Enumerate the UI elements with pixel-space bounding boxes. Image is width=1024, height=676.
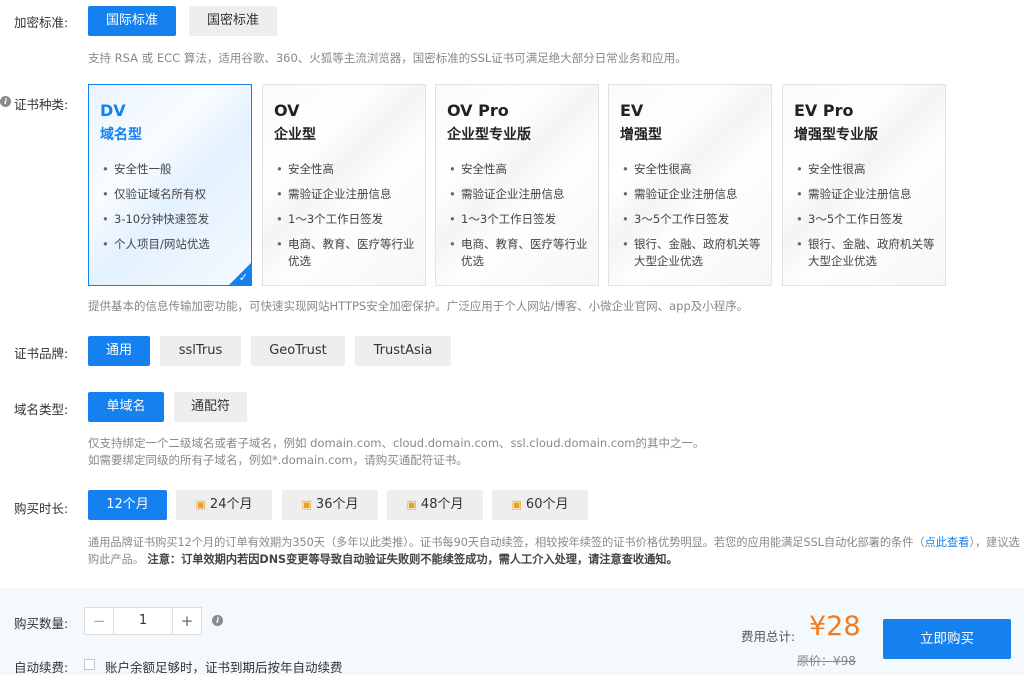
gift-icon: ▣ [301,498,312,511]
card-feature: 安全性一般 [100,161,246,178]
cert-type-label: 证书种类: [14,97,69,112]
card-feature: 安全性很高 [794,161,940,178]
quantity-info-icon[interactable]: i [212,615,223,626]
card-title: EV Pro [794,101,854,120]
auto-renew-label: 自动续费: [14,660,69,675]
gift-icon: ▣ [195,498,206,511]
card-feature: 需验证企业注册信息 [447,186,593,203]
card-feature: 需验证企业注册信息 [794,186,940,203]
card-feature: 银行、金融、政府机关等大型企业优选 [794,236,940,270]
cert-type-hint: 提供基本的信息传输加密功能，可快速实现网站HTTPS安全加密保护。广泛应用于个人… [88,299,749,313]
card-feature: 3-10分钟快速签发 [100,211,246,228]
duration-hint-text: 通用品牌证书购买12个月的订单有效期为350天（多年以此类推）。证书每90天自动… [88,536,925,549]
checkmark-icon: ✓ [238,271,248,284]
increment-button[interactable]: + [172,608,201,634]
duration-option-label: 48个月 [420,497,464,512]
duration-option-24[interactable]: ▣ 24个月 [176,490,272,520]
duration-option-12[interactable]: 12个月 [88,490,167,520]
duration-hint-text: 购此产品。 [88,553,144,566]
card-feature: 1～3个工作日签发 [274,211,420,228]
info-icon[interactable]: i [0,96,11,107]
total-price: ¥28 [809,611,861,642]
view-details-link[interactable]: 点此查看 [925,536,970,549]
duration-option-60[interactable]: ▣ 60个月 [492,490,588,520]
duration-label: 购买时长: [14,501,69,516]
brand-option-geotrust[interactable]: GeoTrust [251,336,345,366]
card-feature: 电商、教育、医疗等行业优选 [447,236,593,270]
quantity-stepper: − 1 + [84,607,202,635]
duration-hint-line2: 购此产品。 注意：订单效期内若因DNS变更等导致自动验证失败则不能续签成功，需人… [88,551,678,567]
card-title: EV [620,101,644,120]
buy-now-button[interactable]: 立即购买 [883,619,1011,659]
cert-card-ev[interactable]: EV 增强型 安全性很高 需验证企业注册信息 3～5个工作日签发 银行、金融、政… [608,84,772,286]
brand-label: 证书品牌: [14,346,69,361]
card-title: OV [274,101,300,120]
gift-icon: ▣ [511,498,522,511]
note-text: 订单效期内若因DNS变更等导致自动验证失败则不能续签成功，需人工介入处理，请注意… [181,553,678,566]
card-feature: 需验证企业注册信息 [620,186,766,203]
card-subtitle: 企业型专业版 [447,127,531,143]
cert-card-ev-pro[interactable]: EV Pro 增强型专业版 安全性很高 需验证企业注册信息 3～5个工作日签发 … [782,84,946,286]
card-feature: 1～3个工作日签发 [447,211,593,228]
card-title: OV Pro [447,101,509,120]
card-feature: 安全性很高 [620,161,766,178]
original-price: 原价：¥98 [797,654,856,668]
note-label: 注意： [147,553,182,566]
card-subtitle: 增强型专业版 [794,127,878,143]
duration-hint-text: ），建议选 [969,536,1020,549]
brand-option-trustasia[interactable]: TrustAsia [355,336,451,366]
encryption-label: 加密标准: [14,15,69,30]
domain-hint-1: 仅支持绑定一个二级域名或者子域名，例如 domain.com、cloud.dom… [88,436,705,450]
card-subtitle: 企业型 [274,127,316,143]
duration-hint-line1: 通用品牌证书购买12个月的订单有效期为350天（多年以此类推）。证书每90天自动… [88,534,1020,550]
duration-option-label: 24个月 [209,497,253,512]
duration-option-36[interactable]: ▣ 36个月 [282,490,378,520]
card-feature: 安全性高 [274,161,420,178]
card-subtitle: 增强型 [620,127,662,143]
total-label: 费用总计: [741,629,796,644]
card-subtitle: 域名型 [100,127,142,143]
encryption-option-national[interactable]: 国密标准 [189,6,277,36]
gift-icon: ▣ [406,498,417,511]
domain-hint-2: 如需要绑定同级的所有子域名，例如*.domain.com，请购买通配符证书。 [88,453,468,467]
card-feature: 需验证企业注册信息 [274,186,420,203]
auto-renew-text: 账户余额足够时，证书到期后按年自动续费 [105,660,343,675]
card-feature: 3～5个工作日签发 [620,211,766,228]
cert-card-ov-pro[interactable]: OV Pro 企业型专业版 安全性高 需验证企业注册信息 1～3个工作日签发 电… [435,84,599,286]
card-feature: 3～5个工作日签发 [794,211,940,228]
duration-option-48[interactable]: ▣ 48个月 [387,490,483,520]
card-feature: 安全性高 [447,161,593,178]
domain-type-label: 域名类型: [14,402,69,417]
card-feature: 仅验证域名所有权 [100,186,246,203]
brand-option-ssltrus[interactable]: sslTrus [160,336,241,366]
quantity-input[interactable]: 1 [114,608,172,634]
decrement-button[interactable]: − [85,608,114,634]
card-feature: 银行、金融、政府机关等大型企业优选 [620,236,766,270]
duration-option-label: 36个月 [315,497,359,512]
encryption-option-international[interactable]: 国际标准 [88,6,176,36]
card-feature: 电商、教育、医疗等行业优选 [274,236,420,270]
domain-option-wildcard[interactable]: 通配符 [174,392,247,422]
card-title: DV [100,101,126,120]
encryption-hint: 支持 RSA 或 ECC 算法，适用谷歌、360、火狐等主流浏览器，国密标准的S… [88,51,687,65]
card-feature: 个人项目/网站优选 [100,236,246,253]
brand-option-generic[interactable]: 通用 [88,336,150,366]
domain-option-single[interactable]: 单域名 [88,392,164,422]
quantity-label: 购买数量: [14,616,69,631]
cert-card-dv[interactable]: DV 域名型 安全性一般 仅验证域名所有权 3-10分钟快速签发 个人项目/网站… [88,84,252,286]
cert-card-ov[interactable]: OV 企业型 安全性高 需验证企业注册信息 1～3个工作日签发 电商、教育、医疗… [262,84,426,286]
auto-renew-checkbox[interactable] [84,659,95,670]
duration-option-label: 60个月 [525,497,569,512]
